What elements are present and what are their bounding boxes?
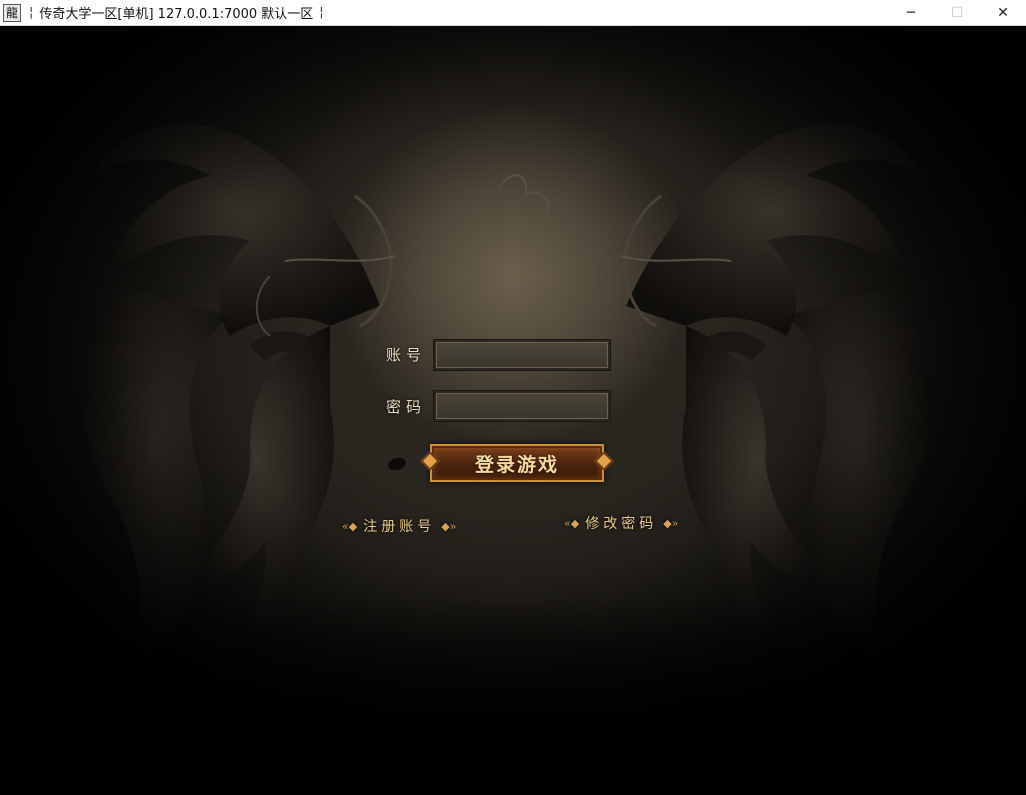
account-label: 账号 [386, 346, 427, 364]
game-login-screen: 账号 密码 登录游戏 «◆ 注册账号 ◆» «◆ 修改密码 ◆» [0, 26, 1026, 795]
account-input[interactable] [434, 340, 610, 370]
bottom-shadow [0, 595, 1026, 795]
arrow-left-icon: «◆ [342, 519, 358, 533]
arrow-right-icon: ◆» [663, 516, 679, 530]
center-ornament [499, 174, 550, 217]
login-game-button[interactable]: 登录游戏 [418, 442, 616, 484]
change-password-link[interactable]: «◆ 修改密码 ◆» [564, 513, 678, 533]
maximize-icon: ☐ [950, 5, 964, 21]
title-separator: ¦ [29, 5, 34, 20]
password-label: 密码 [386, 398, 427, 416]
change-password-label: 修改密码 [585, 516, 658, 532]
title-bar[interactable]: 龍 ¦ 传奇大学一区[单机] 127.0.0.1:7000 默认一区 ¦ ─ ☐… [0, 0, 1026, 26]
register-account-link[interactable]: «◆ 注册账号 ◆» [342, 516, 456, 536]
title-separator-end: ¦ [319, 5, 324, 20]
password-input[interactable] [434, 391, 610, 421]
login-button-label: 登录游戏 [474, 453, 559, 476]
dragon-left-art [84, 124, 396, 666]
minimize-icon[interactable]: ─ [888, 0, 934, 26]
window-title: 传奇大学一区[单机] 127.0.0.1:7000 默认一区 [39, 7, 314, 22]
app-icon[interactable]: 龍 [3, 3, 21, 22]
arrow-right-icon: ◆» [441, 519, 457, 533]
window-controls: ─ ☐ ✕ [888, 0, 1026, 26]
register-account-label: 注册账号 [363, 519, 436, 535]
dragon-right-art [620, 124, 932, 666]
arrow-left-icon: «◆ [564, 516, 580, 530]
close-icon[interactable]: ✕ [980, 0, 1026, 26]
